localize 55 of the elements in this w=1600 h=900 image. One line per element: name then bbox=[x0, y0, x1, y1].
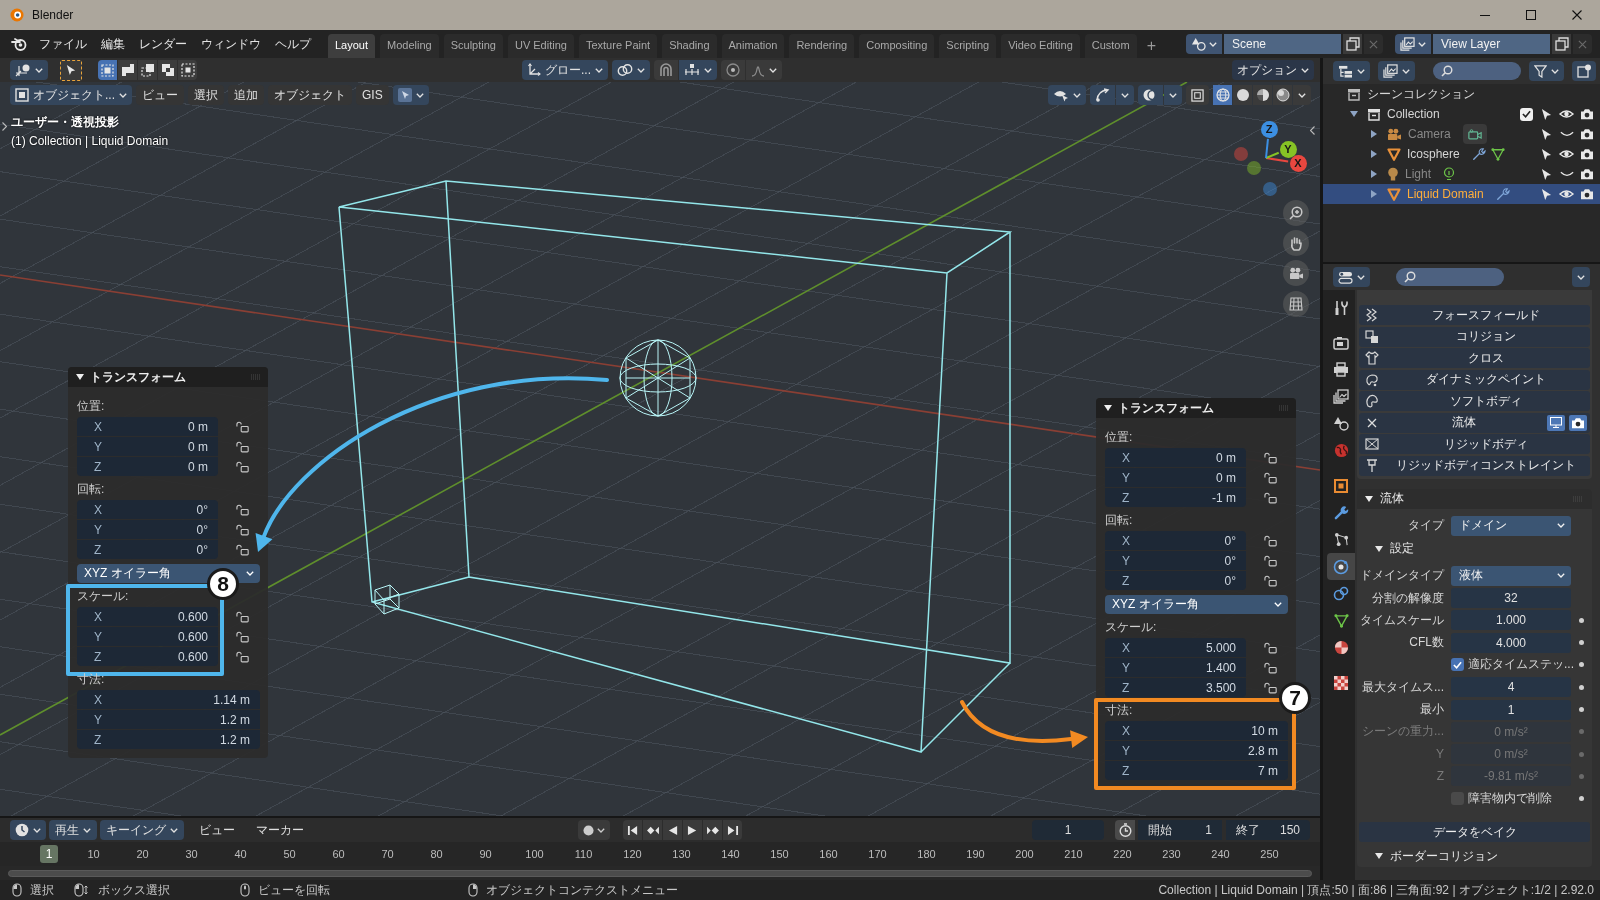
checkbox-label: 障害物内で削除 bbox=[1468, 790, 1552, 808]
field-label: 分割の解像度 bbox=[1372, 589, 1445, 607]
frame-number: 170 bbox=[867, 848, 888, 860]
hint-text: オブジェクトコンテクストメニュー bbox=[486, 881, 678, 899]
frame-number: 20 bbox=[135, 848, 150, 860]
frame-number: 70 bbox=[380, 848, 395, 860]
section-label: 寸法: bbox=[1105, 702, 1133, 719]
frame-number: 10 bbox=[86, 848, 101, 860]
hint-text: ビューを回転 bbox=[258, 881, 330, 899]
field-label: シーンの重力... bbox=[1362, 723, 1445, 741]
frame-number: 50 bbox=[282, 848, 297, 860]
section-label: 寸法: bbox=[77, 671, 105, 688]
frame-number: 110 bbox=[573, 848, 594, 860]
checkbox-label: 適応タイムステッ... bbox=[1468, 656, 1574, 674]
field-label: Z bbox=[1436, 769, 1445, 784]
frame-number: 100 bbox=[524, 848, 545, 860]
frame-number: 60 bbox=[331, 848, 346, 860]
frame-number: 40 bbox=[233, 848, 248, 860]
hint-text: ボックス選択 bbox=[98, 881, 170, 899]
section-label: スケール: bbox=[77, 588, 129, 605]
frame-number: 80 bbox=[429, 848, 444, 860]
frame-number: 210 bbox=[1063, 848, 1084, 860]
section-label: 位置: bbox=[77, 398, 105, 415]
frame-number: 220 bbox=[1112, 848, 1133, 860]
frame-number: 130 bbox=[671, 848, 692, 860]
section-label: スケール: bbox=[1105, 619, 1157, 636]
field-label: 最小 bbox=[1420, 701, 1445, 719]
section-label: 回転: bbox=[1105, 512, 1133, 529]
callout-number: 8 bbox=[207, 568, 239, 600]
callout-number: 7 bbox=[1279, 682, 1311, 714]
context-label: (1) Collection | Liquid Domain bbox=[11, 133, 169, 150]
frame-number: 140 bbox=[720, 848, 741, 860]
frame-number: 180 bbox=[916, 848, 937, 860]
frame-number: 230 bbox=[1161, 848, 1182, 860]
section-label: 回転: bbox=[77, 481, 105, 498]
frame-number: 90 bbox=[478, 848, 493, 860]
window-title: Blender bbox=[32, 8, 74, 22]
frame-number: 200 bbox=[1014, 848, 1035, 860]
frame-number: 160 bbox=[818, 848, 839, 860]
frame-number: 240 bbox=[1210, 848, 1231, 860]
frame-number: 30 bbox=[184, 848, 199, 860]
field-label: タイプ bbox=[1408, 517, 1446, 534]
section-label: 位置: bbox=[1105, 429, 1133, 446]
frame-number: 120 bbox=[622, 848, 643, 860]
frame-number: 150 bbox=[769, 848, 790, 860]
view-name-label: ユーザー・透視投影 bbox=[11, 114, 119, 131]
field-label: タイムスケール bbox=[1360, 611, 1445, 629]
frame-number: 190 bbox=[965, 848, 986, 860]
frame-number: 250 bbox=[1259, 848, 1280, 860]
scene-statistics: Collection | Liquid Domain | 頂点:50 | 面:86 | 三角面:92 | オブジェクト:1/2 | 2.92.0 bbox=[1158, 881, 1594, 899]
field-label: ドメインタイプ bbox=[1360, 567, 1446, 585]
field-label: Y bbox=[1436, 747, 1445, 762]
hint-text: 選択 bbox=[30, 881, 54, 899]
field-label: CFL数 bbox=[1409, 634, 1445, 652]
field-label: 最大タイムス... bbox=[1362, 678, 1445, 696]
